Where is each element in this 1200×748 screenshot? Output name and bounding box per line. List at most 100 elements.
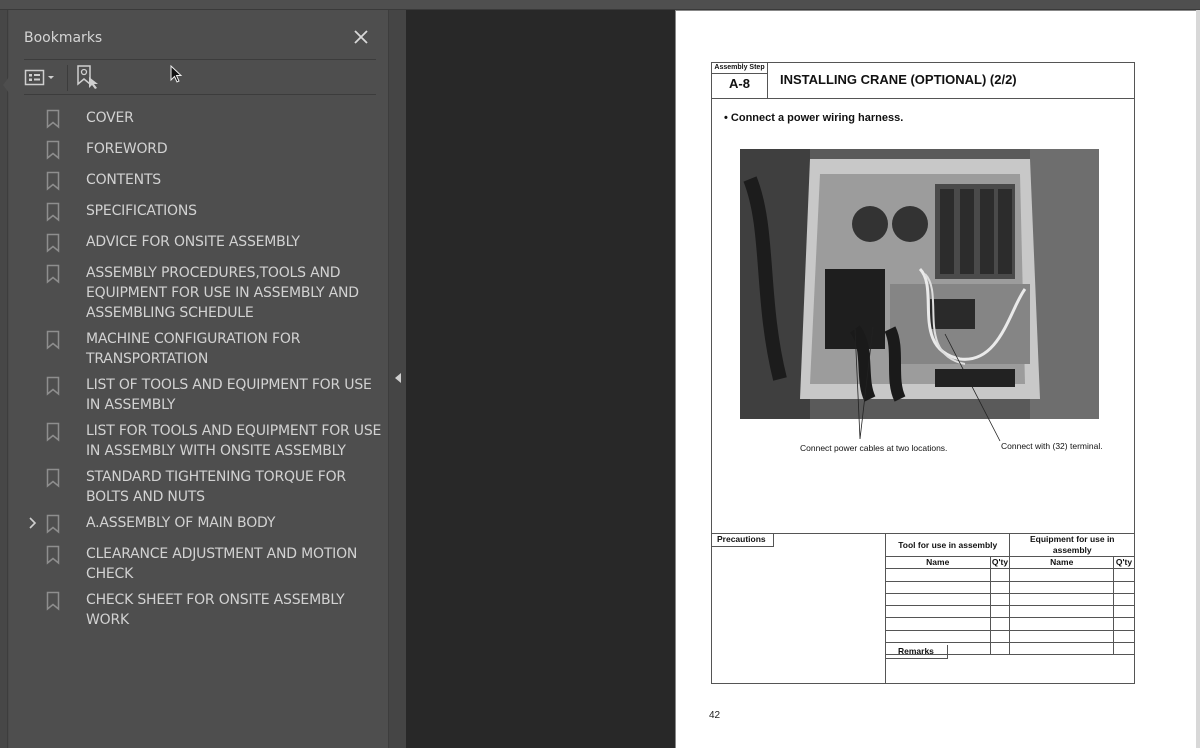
bookmark-spacer: [24, 329, 46, 349]
instruction-text: • Connect a power wiring harness.: [724, 112, 904, 124]
table-cell: [885, 629, 991, 644]
bookmark-spacer: [24, 201, 46, 221]
step-title: INSTALLING CRANE (OPTIONAL) (2/2): [780, 72, 1017, 87]
mouse-cursor-icon: [170, 64, 184, 85]
callout-terminal: Connect with (32) terminal.: [1001, 441, 1103, 451]
bookmark-spacer: [24, 421, 46, 441]
bookmark-item[interactable]: ADVICE FOR ONSITE ASSEMBLY: [24, 229, 384, 260]
tools-equipment-table: Tool for use in assembly Equipment for u…: [884, 533, 1135, 656]
bookmarks-toolbar: [24, 61, 376, 95]
bookmark-label: FOREWORD: [86, 141, 168, 157]
bookmark-spacer: [24, 139, 46, 159]
bookmark-item[interactable]: CHECK SHEET FOR ONSITE ASSEMBLY WORK: [24, 587, 384, 633]
bookmark-item[interactable]: ASSEMBLY PROCEDURES,TOOLS AND EQUIPMENT …: [24, 260, 384, 326]
table-cell: [1113, 605, 1135, 619]
table-cell: [885, 605, 991, 619]
bookmark-item[interactable]: CLEARANCE ADJUSTMENT AND MOTION CHECK: [24, 541, 384, 587]
bookmark-item[interactable]: A.ASSEMBLY OF MAIN BODY: [24, 510, 384, 541]
bookmark-item[interactable]: FOREWORD: [24, 136, 384, 167]
table-cell: [1113, 642, 1135, 656]
bookmark-spacer: [24, 544, 46, 564]
bookmark-icon: [46, 330, 64, 350]
table-cell: [1113, 580, 1135, 594]
table-cell: [885, 592, 991, 607]
bookmark-label: ASSEMBLY PROCEDURES,TOOLS AND EQUIPMENT …: [86, 265, 359, 321]
table-cell: [1113, 617, 1135, 631]
table-cell: [1009, 580, 1114, 594]
equipment-header: Equipment for use in assembly: [1009, 533, 1135, 557]
bookmark-label: ADVICE FOR ONSITE ASSEMBLY: [86, 234, 300, 250]
left-nav-strip: [0, 10, 8, 748]
tool-qty-header: Q'ty: [989, 555, 1011, 570]
bookmark-label: STANDARD TIGHTENING TORQUE FOR BOLTS AND…: [86, 469, 346, 505]
bookmark-item[interactable]: LIST OF TOOLS AND EQUIPMENT FOR USE IN A…: [24, 372, 384, 418]
collapse-arrow-icon: [395, 373, 401, 383]
bookmark-icon: [46, 171, 64, 191]
bookmark-item[interactable]: COVER: [24, 105, 384, 136]
table-cell: [1009, 605, 1114, 619]
bookmark-spacer: [24, 263, 46, 283]
table-cell: [989, 568, 1011, 582]
equipment-name-header: Name: [1009, 555, 1114, 570]
page-number: 42: [709, 710, 721, 721]
bookmark-icon: [46, 591, 64, 611]
table-row: [885, 580, 1135, 594]
collapse-panel-handle[interactable]: [388, 10, 406, 748]
toolbar-separator: [67, 65, 68, 91]
bookmark-list: COVER FOREWORD CONTENTS SPECIFICATIONS ADVIC…: [24, 105, 384, 633]
table-row: [885, 629, 1135, 644]
bookmark-spacer: [24, 467, 46, 487]
assembly-step-label: Assembly Step: [712, 63, 767, 74]
table-cell: [989, 642, 1011, 656]
bookmark-label: LIST OF TOOLS AND EQUIPMENT FOR USE IN A…: [86, 377, 372, 413]
bookmark-label: CHECK SHEET FOR ONSITE ASSEMBLY WORK: [86, 592, 345, 628]
list-options-icon[interactable]: [24, 67, 60, 89]
chevron-right-icon[interactable]: [24, 513, 46, 533]
panel-title: Bookmarks: [24, 30, 103, 46]
bookmark-item[interactable]: LIST FOR TOOLS AND EQUIPMENT FOR USE IN …: [24, 418, 384, 464]
equipment-qty-header: Q'ty: [1113, 555, 1135, 570]
table-row: [885, 605, 1135, 619]
bookmark-icon: [46, 468, 64, 488]
panel-pointer: [3, 77, 9, 93]
page-right-edge: [1196, 10, 1200, 748]
table-cell: [1009, 617, 1114, 631]
table-cell: [989, 605, 1011, 619]
table-row: [885, 617, 1135, 631]
table-row: [885, 592, 1135, 607]
bookmark-icon: [46, 140, 64, 160]
assembly-step-number: A-8: [729, 76, 750, 91]
bookmark-item[interactable]: MACHINE CONFIGURATION FOR TRANSPORTATION: [24, 326, 384, 372]
bookmark-icon: [46, 202, 64, 222]
bookmark-icon: [46, 233, 64, 253]
bookmark-label: CONTENTS: [86, 172, 161, 188]
bookmark-item[interactable]: SPECIFICATIONS: [24, 198, 384, 229]
bookmarks-panel-header: Bookmarks: [24, 20, 376, 60]
assembly-step-box: Assembly Step A-8: [711, 62, 768, 99]
bookmark-label: COVER: [86, 110, 134, 126]
bookmark-icon: [46, 376, 64, 396]
bookmark-spacer: [24, 108, 46, 128]
table-row: [885, 568, 1135, 582]
bookmark-icon: [46, 109, 64, 129]
close-icon[interactable]: [352, 28, 370, 46]
bookmark-icon: [46, 422, 64, 442]
table-cell: [1113, 592, 1135, 607]
bookmark-item[interactable]: CONTENTS: [24, 167, 384, 198]
table-cell: [885, 568, 991, 582]
bookmark-label: SPECIFICATIONS: [86, 203, 197, 219]
find-current-bookmark-icon[interactable]: [76, 64, 100, 90]
bookmark-item[interactable]: STANDARD TIGHTENING TORQUE FOR BOLTS AND…: [24, 464, 384, 510]
table-cell: [989, 629, 1011, 644]
bookmark-label: LIST FOR TOOLS AND EQUIPMENT FOR USE IN …: [86, 423, 382, 459]
app-top-bar: [0, 0, 1200, 10]
remarks-label: Remarks: [885, 645, 948, 659]
table-cell: [1009, 642, 1114, 656]
table-cell: [989, 617, 1011, 631]
bookmark-spacer: [24, 590, 46, 610]
callout-power-cables: Connect power cables at two locations.: [800, 443, 948, 453]
bookmark-icon: [46, 545, 64, 565]
tool-name-header: Name: [885, 555, 991, 570]
bookmark-label: CLEARANCE ADJUSTMENT AND MOTION CHECK: [86, 546, 358, 582]
bookmarks-panel: Bookmarks COVERFOREWORDCONTENTSSPECIF: [9, 10, 388, 748]
